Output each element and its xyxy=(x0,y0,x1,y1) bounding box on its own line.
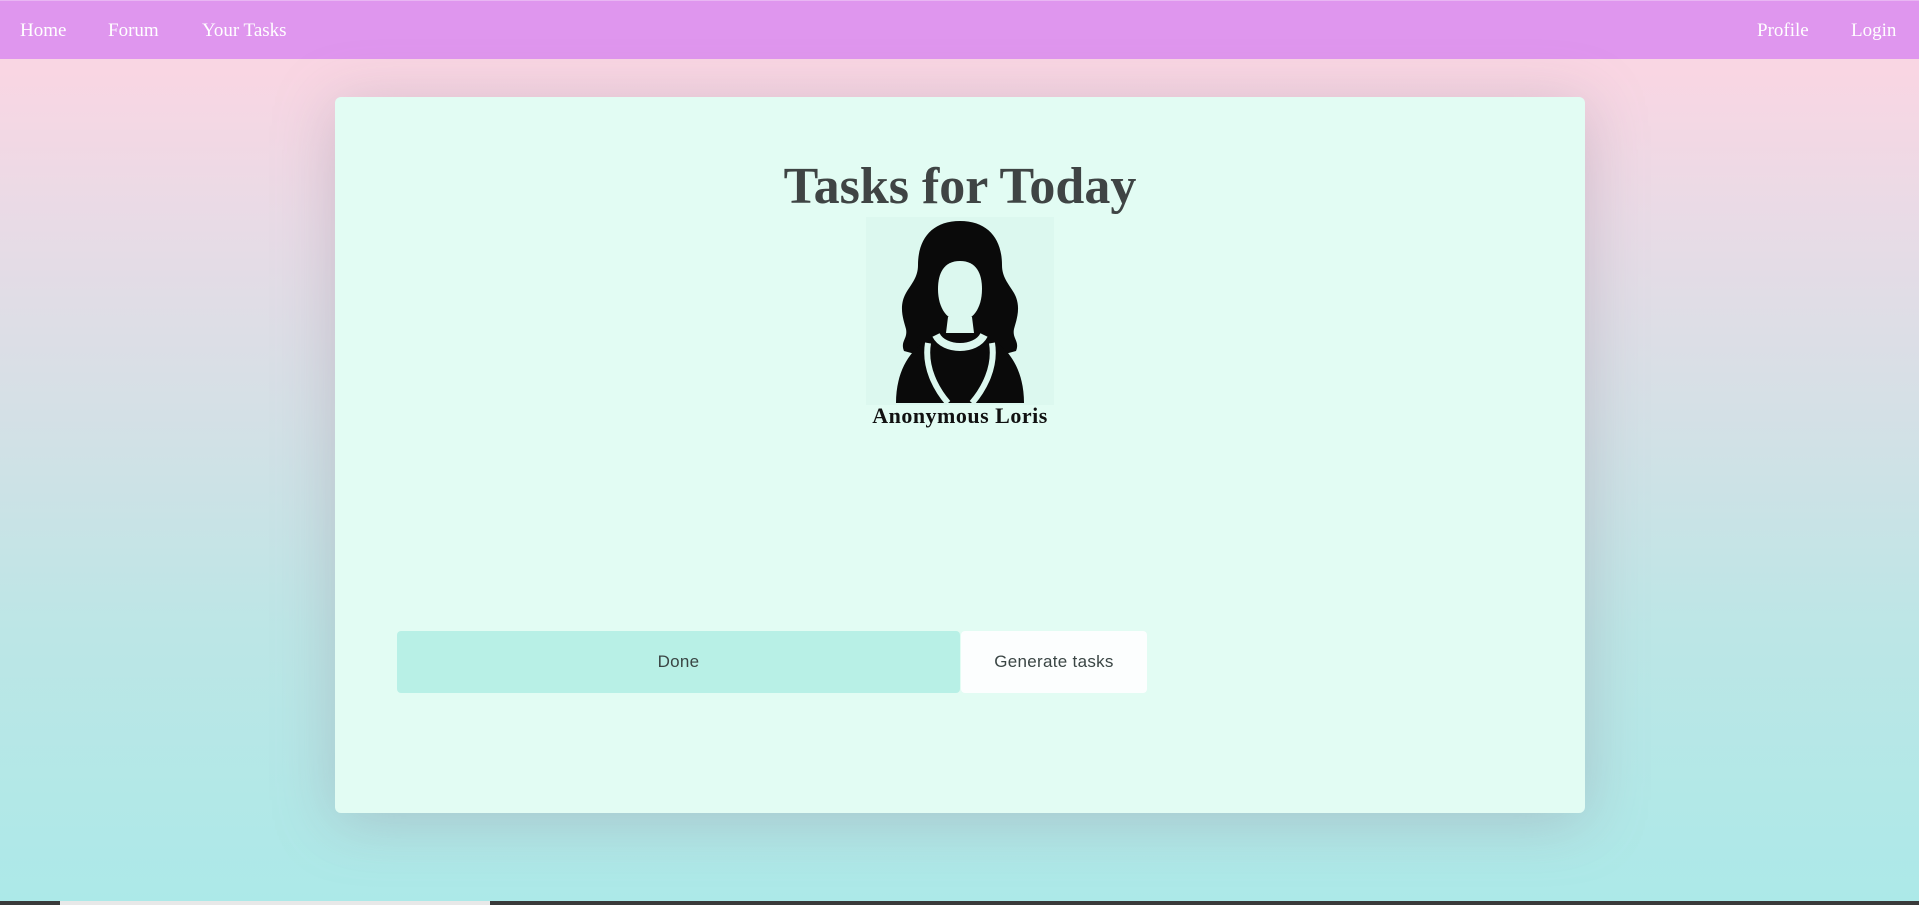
done-button[interactable]: Done xyxy=(397,631,960,693)
nav-login-link[interactable]: Login xyxy=(1851,1,1896,60)
nav-home-link[interactable]: Home xyxy=(20,1,66,60)
user-avatar-icon xyxy=(866,217,1054,405)
nav-forum-link[interactable]: Forum xyxy=(108,1,159,60)
user-name: Anonymous Loris xyxy=(872,403,1048,428)
horizontal-scrollbar[interactable] xyxy=(0,901,1919,905)
page-title: Tasks for Today xyxy=(783,158,1137,215)
nav-your-tasks-link[interactable]: Your Tasks xyxy=(202,1,287,60)
scrollbar-thumb[interactable] xyxy=(60,901,490,905)
generate-tasks-button[interactable]: Generate tasks xyxy=(961,631,1147,693)
tasks-card: Tasks for Today Anonymous Loris Done Gen… xyxy=(335,97,1585,813)
nav-profile-link[interactable]: Profile xyxy=(1757,1,1809,60)
top-navbar: Home Forum Your Tasks Profile Login xyxy=(0,0,1919,59)
